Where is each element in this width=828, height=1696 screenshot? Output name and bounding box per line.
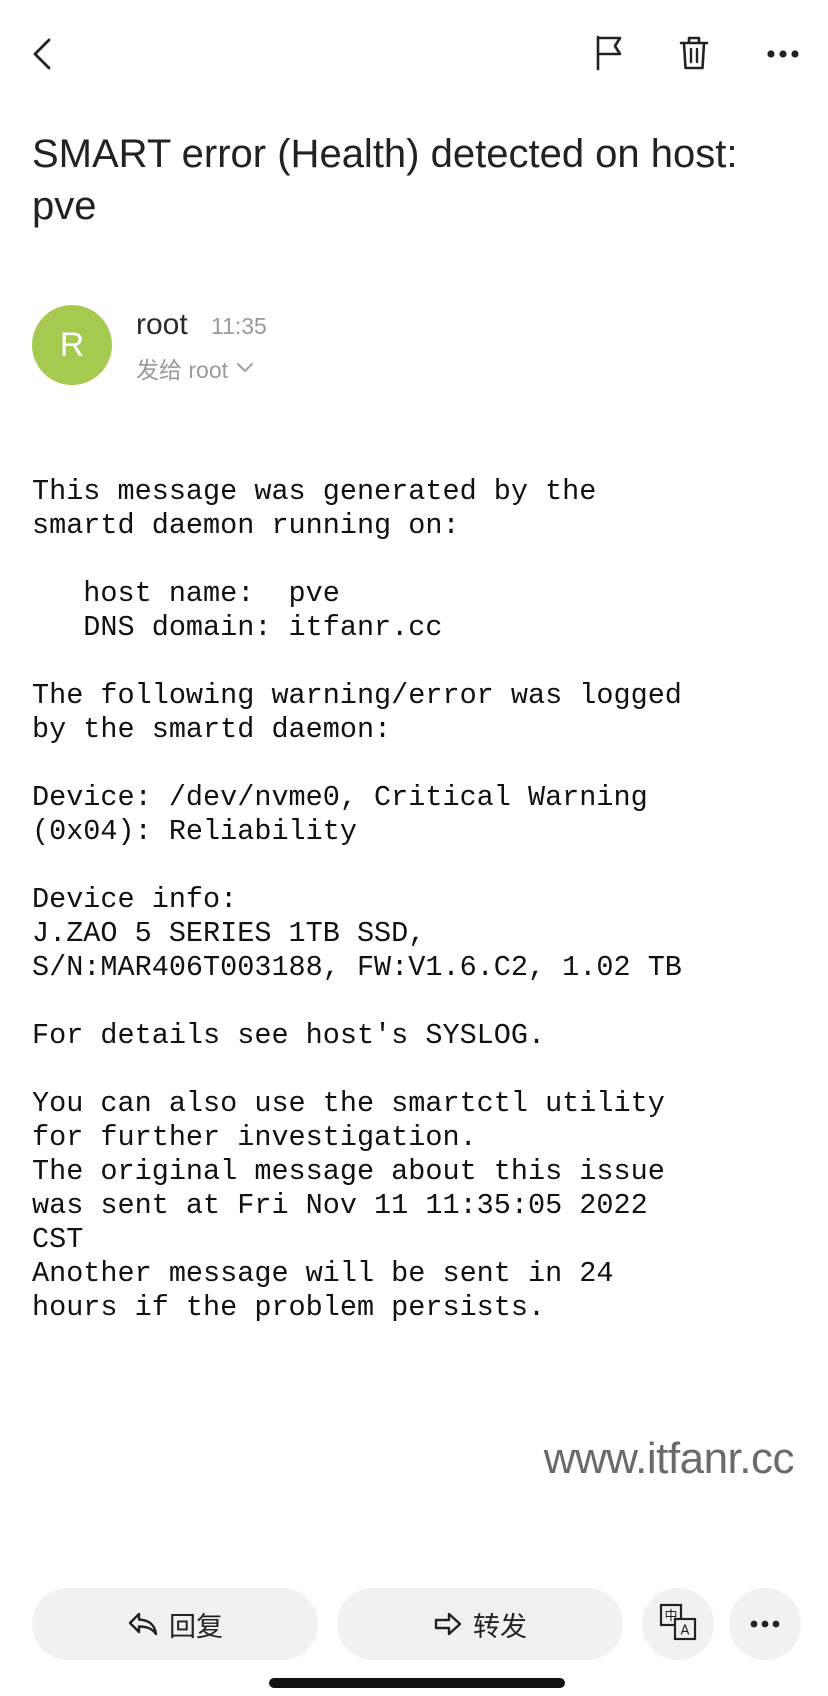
translate-button[interactable]: 中 A: [642, 1588, 714, 1660]
recipient-details-toggle[interactable]: 发给 root: [136, 351, 254, 385]
more-actions-button[interactable]: [729, 1588, 801, 1660]
flag-button[interactable]: [587, 30, 631, 80]
more-horizontal-icon: [766, 46, 800, 64]
email-body: This message was generated by the smartd…: [32, 475, 682, 1324]
forward-label: 转发: [473, 1611, 527, 1642]
forward-button[interactable]: 转发: [337, 1588, 623, 1660]
chevron-down-icon: [236, 362, 254, 374]
more-options-button[interactable]: [758, 30, 808, 80]
trash-icon: [679, 35, 709, 76]
chevron-left-icon: [31, 37, 53, 76]
sender-name[interactable]: root: [136, 308, 188, 342]
back-button[interactable]: [22, 28, 62, 84]
watermark: www.itfanr.cc: [543, 1434, 795, 1483]
translate-icon: 中 A: [658, 1602, 698, 1647]
reply-button[interactable]: 回复: [32, 1588, 318, 1660]
reply-label: 回复: [169, 1611, 223, 1642]
forward-icon: [433, 1611, 463, 1637]
email-subject: SMART error (Health) detected on host: p…: [32, 132, 738, 228]
reply-icon: [127, 1611, 159, 1637]
delete-button[interactable]: [672, 30, 716, 80]
more-horizontal-icon: [750, 1615, 780, 1633]
avatar[interactable]: R: [32, 305, 112, 385]
home-indicator: [269, 1678, 565, 1688]
svg-text:A: A: [681, 1623, 690, 1638]
sent-time: 11:35: [211, 313, 267, 339]
recipient-label: 发给 root: [136, 357, 229, 383]
flag-icon: [594, 35, 624, 76]
